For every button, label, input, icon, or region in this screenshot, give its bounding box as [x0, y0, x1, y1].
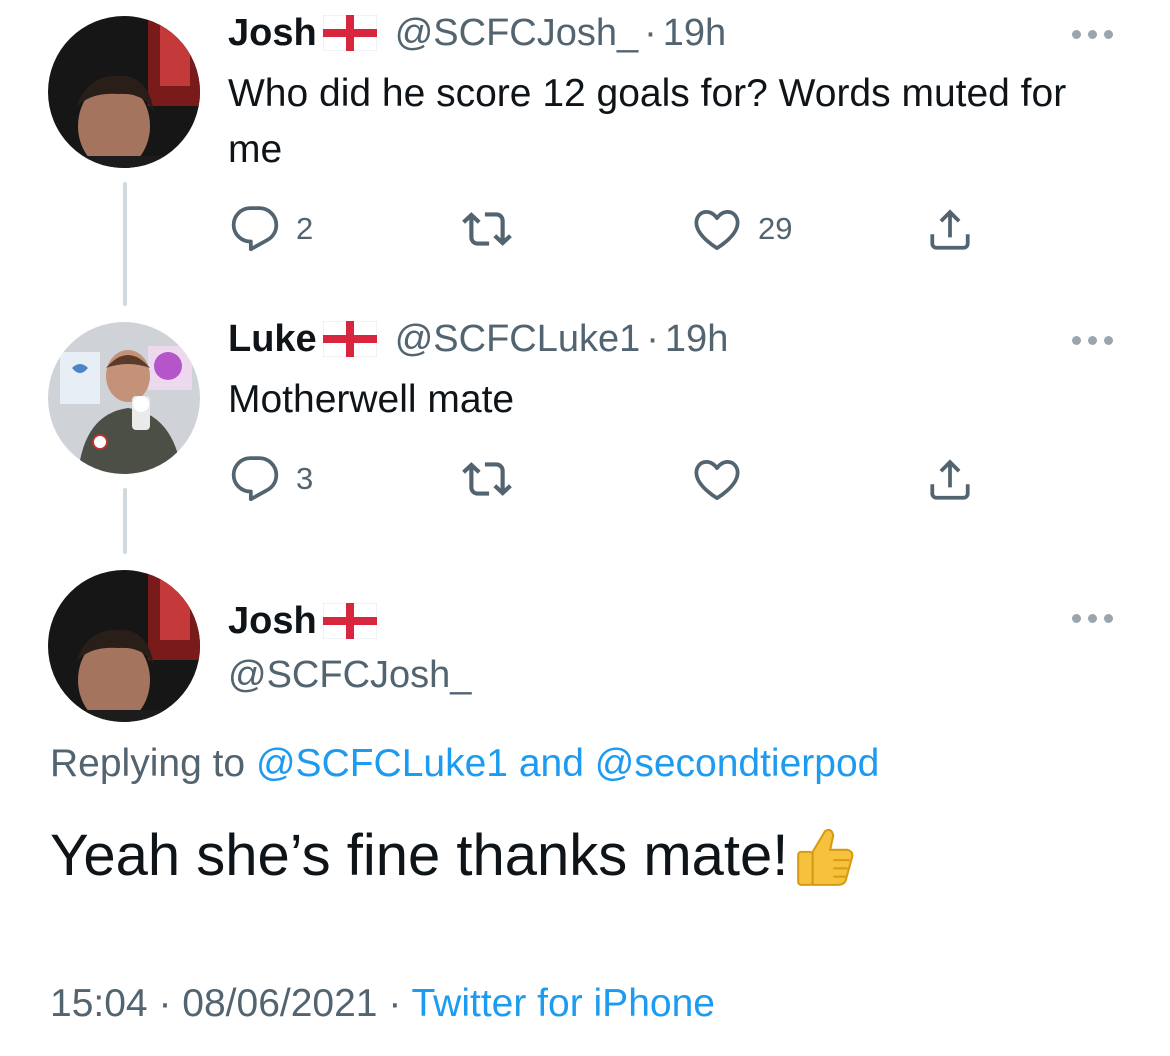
avatar[interactable] — [48, 16, 200, 168]
like-button[interactable]: 29 — [692, 204, 792, 254]
user-name[interactable]: Josh — [228, 10, 317, 56]
user-handle[interactable]: @SCFCJosh_ — [395, 10, 638, 56]
like-count: 29 — [758, 211, 793, 246]
avatar[interactable] — [48, 570, 200, 722]
separator: · — [646, 318, 659, 360]
thread-line — [123, 488, 127, 554]
tweet-text: Motherwell mate — [228, 378, 515, 421]
reply-count: 2 — [296, 211, 314, 246]
heart-icon — [692, 454, 742, 504]
user-handle[interactable]: @SCFCLuke1 — [395, 316, 641, 362]
reply-icon — [230, 454, 280, 504]
share-button[interactable] — [925, 204, 975, 254]
tweet-time[interactable]: 19h — [663, 10, 726, 56]
share-icon — [925, 204, 975, 254]
england-flag-icon — [323, 603, 377, 639]
england-flag-icon — [323, 15, 377, 51]
tweet-header: Josh @SCFCJosh_ · 19h — [228, 10, 726, 56]
mention-link[interactable]: @SCFCLuke1 — [256, 742, 508, 785]
tweet-meta: 15:04 · 08/06/2021 · Twitter for iPhone — [50, 982, 715, 1026]
retweet-button[interactable] — [462, 454, 528, 504]
tweet-time[interactable]: 19h — [665, 316, 728, 362]
retweet-icon — [462, 454, 512, 504]
england-flag-icon — [323, 321, 377, 357]
separator: · — [388, 982, 402, 1025]
avatar[interactable] — [48, 322, 200, 474]
replying-prefix: Replying to — [50, 742, 246, 785]
thumbs-up-emoji — [792, 823, 858, 889]
reply-button[interactable]: 2 — [230, 204, 313, 254]
more-icon[interactable] — [1072, 30, 1113, 39]
reply-icon — [230, 204, 280, 254]
tweet-header: Luke @SCFCLuke1 · 19h — [228, 316, 728, 362]
separator: · — [644, 12, 657, 54]
thread-line — [123, 182, 127, 306]
replying-and[interactable]: and — [519, 742, 584, 785]
retweet-icon — [462, 204, 512, 254]
reply-button[interactable]: 3 — [230, 454, 313, 504]
tweet-time[interactable]: 15:04 — [50, 982, 148, 1025]
tweet-text: Who did he score 12 goals for? Words mut… — [228, 72, 1067, 171]
separator: · — [158, 982, 172, 1025]
tweet-date[interactable]: 08/06/2021 — [182, 982, 377, 1025]
replying-to: Replying to @SCFCLuke1 and @secondtierpo… — [50, 742, 879, 786]
mention-link[interactable]: @secondtierpod — [595, 742, 880, 785]
share-button[interactable] — [925, 454, 975, 504]
like-button[interactable] — [692, 454, 758, 504]
more-icon[interactable] — [1072, 614, 1113, 623]
avatar-josh-image — [48, 570, 200, 722]
user-name[interactable]: Luke — [228, 316, 317, 362]
avatar-josh-image — [48, 16, 200, 168]
more-icon[interactable] — [1072, 336, 1113, 345]
retweet-button[interactable] — [462, 204, 528, 254]
main-tweet-header: Josh — [228, 598, 395, 644]
user-handle[interactable]: @SCFCJosh_ — [228, 652, 471, 698]
heart-icon — [692, 204, 742, 254]
share-icon — [925, 454, 975, 504]
avatar-luke-image — [48, 322, 200, 474]
main-tweet-text-row: Yeah she’s fine thanks mate! — [50, 822, 858, 889]
tweet-source[interactable]: Twitter for iPhone — [411, 982, 714, 1025]
main-tweet-text: Yeah she’s fine thanks mate! — [50, 823, 789, 888]
user-name[interactable]: Josh — [228, 598, 317, 644]
reply-count: 3 — [296, 461, 314, 496]
